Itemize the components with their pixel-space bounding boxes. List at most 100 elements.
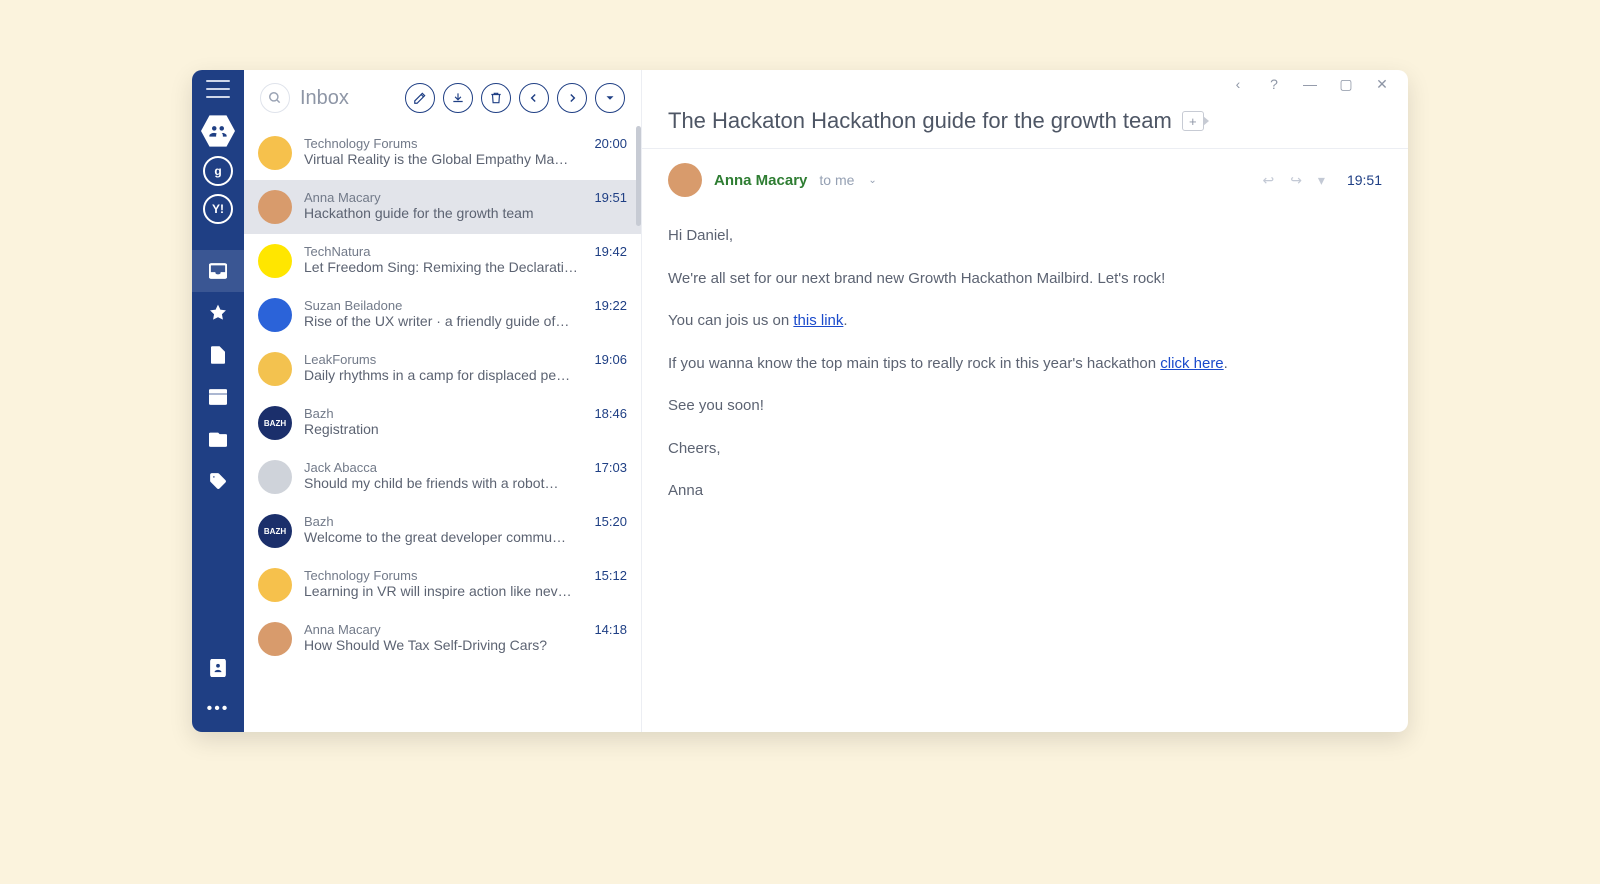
- nav-contacts[interactable]: [210, 659, 226, 682]
- message-subject: Learning in VR will inspire action like …: [304, 583, 582, 599]
- message-time: 14:18: [594, 622, 627, 656]
- message-subject: Rise of the UX writer · a friendly guide…: [304, 313, 582, 329]
- help-icon[interactable]: ?: [1266, 76, 1282, 92]
- message-sender: LeakForums: [304, 352, 582, 367]
- minimize-icon[interactable]: —: [1302, 76, 1318, 92]
- message-row[interactable]: Suzan BeiladoneRise of the UX writer · a…: [244, 288, 641, 342]
- message-time: 17:03: [594, 460, 627, 494]
- close-icon[interactable]: ✕: [1374, 76, 1390, 93]
- message-row[interactable]: Anna MacaryHackathon guide for the growt…: [244, 180, 641, 234]
- forward-button[interactable]: [557, 83, 587, 113]
- avatar: BAZH: [258, 514, 292, 548]
- body-greeting: Hi Daniel,: [668, 225, 1382, 248]
- message-subject: Daily rhythms in a camp for displaced pe…: [304, 367, 582, 383]
- more-actions-button[interactable]: [595, 83, 625, 113]
- message-subject: Welcome to the great developer commu…: [304, 529, 582, 545]
- body-p1: We're all set for our next brand new Gro…: [668, 268, 1382, 291]
- message-sender: Bazh: [304, 514, 582, 529]
- app-window: g Y! ••: [192, 70, 1408, 732]
- message-row[interactable]: Technology ForumsLearning in VR will ins…: [244, 558, 641, 612]
- header-reply-icon[interactable]: ↩: [1262, 172, 1274, 189]
- nav-drafts[interactable]: [192, 334, 244, 376]
- back-icon[interactable]: ‹: [1230, 76, 1246, 92]
- compose-button[interactable]: [405, 83, 435, 113]
- avatar: [258, 460, 292, 494]
- reading-pane: ‹ ? — ▢ ✕ The Hackaton Hackathon guide f…: [642, 70, 1408, 732]
- header-more-icon[interactable]: ▾: [1318, 172, 1325, 189]
- body-p4: See you soon!: [668, 395, 1382, 418]
- message-subject: How Should We Tax Self-Driving Cars?: [304, 637, 582, 653]
- add-tag-button[interactable]: +: [1182, 111, 1204, 131]
- message-subject: Virtual Reality is the Global Empathy Ma…: [304, 151, 582, 167]
- message-list[interactable]: Technology ForumsVirtual Reality is the …: [244, 126, 641, 666]
- message-time: 15:20: [594, 514, 627, 548]
- message-time: 19:42: [594, 244, 627, 278]
- window-controls: ‹ ? — ▢ ✕: [642, 70, 1408, 98]
- message-sender: TechNatura: [304, 244, 582, 259]
- message-sender: Anna Macary: [304, 622, 582, 637]
- body-p6: Anna: [668, 480, 1382, 503]
- account-google[interactable]: g: [203, 156, 233, 186]
- message-sender: Suzan Beiladone: [304, 298, 582, 313]
- nav-inbox[interactable]: [192, 250, 244, 292]
- message-subject: Should my child be friends with a robot…: [304, 475, 582, 491]
- details-dropdown-icon[interactable]: ⌄: [868, 175, 876, 186]
- message-list-panel: Inbox: [244, 70, 642, 732]
- nav-starred[interactable]: [192, 292, 244, 334]
- message-row[interactable]: LeakForumsDaily rhythms in a camp for di…: [244, 342, 641, 396]
- maximize-icon[interactable]: ▢: [1338, 76, 1354, 93]
- nav-archive[interactable]: [192, 418, 244, 460]
- more-icon[interactable]: •••: [207, 700, 230, 718]
- sender-name: Anna Macary: [714, 172, 807, 189]
- message-row[interactable]: BAZH BazhRegistration 18:46: [244, 396, 641, 450]
- avatar: [258, 352, 292, 386]
- nav-rail: g Y! ••: [192, 70, 244, 732]
- message-subject: Registration: [304, 421, 582, 437]
- archive-button[interactable]: [443, 83, 473, 113]
- search-button[interactable]: [260, 83, 290, 113]
- nav-sent[interactable]: [192, 376, 244, 418]
- message-time: 19:22: [594, 298, 627, 332]
- message-row[interactable]: TechNaturaLet Freedom Sing: Remixing the…: [244, 234, 641, 288]
- message-sender: Technology Forums: [304, 136, 582, 151]
- message-sender: Bazh: [304, 406, 582, 421]
- body-p2: You can jois us on this link.: [668, 310, 1382, 333]
- menu-icon[interactable]: [206, 80, 230, 98]
- account-unified[interactable]: [201, 114, 235, 148]
- avatar: [258, 298, 292, 332]
- message-time: 19:51: [594, 190, 627, 224]
- join-link[interactable]: this link: [793, 312, 843, 329]
- message-row[interactable]: Jack AbaccaShould my child be friends wi…: [244, 450, 641, 504]
- reply-button[interactable]: [519, 83, 549, 113]
- avatar: [258, 244, 292, 278]
- avatar: BAZH: [258, 406, 292, 440]
- list-header: Inbox: [244, 70, 641, 126]
- message-row[interactable]: Technology ForumsVirtual Reality is the …: [244, 126, 641, 180]
- body-p5: Cheers,: [668, 438, 1382, 461]
- tips-link[interactable]: click here: [1160, 355, 1223, 372]
- avatar: [258, 136, 292, 170]
- nav-tags[interactable]: [192, 460, 244, 502]
- message-time: 15:12: [594, 568, 627, 602]
- avatar: [258, 622, 292, 656]
- message-row[interactable]: BAZH BazhWelcome to the great developer c…: [244, 504, 641, 558]
- message-row[interactable]: Anna MacaryHow Should We Tax Self-Drivin…: [244, 612, 641, 666]
- message-subject: Let Freedom Sing: Remixing the Declarati…: [304, 259, 582, 275]
- recipient-info: to me: [819, 172, 854, 188]
- account-yahoo[interactable]: Y!: [203, 194, 233, 224]
- message-time: 20:00: [594, 136, 627, 170]
- sender-avatar: [668, 163, 702, 197]
- avatar: [258, 190, 292, 224]
- email-subject: The Hackaton Hackathon guide for the gro…: [668, 108, 1172, 134]
- header-forward-icon[interactable]: ↪: [1290, 172, 1302, 189]
- message-sender: Jack Abacca: [304, 460, 582, 475]
- email-time: 19:51: [1347, 172, 1382, 188]
- delete-button[interactable]: [481, 83, 511, 113]
- body-p3: If you wanna know the top main tips to r…: [668, 353, 1382, 376]
- message-time: 18:46: [594, 406, 627, 440]
- message-sender: Anna Macary: [304, 190, 582, 205]
- message-time: 19:06: [594, 352, 627, 386]
- avatar: [258, 568, 292, 602]
- email-body: Hi Daniel, We're all set for our next br…: [642, 197, 1408, 531]
- message-sender: Technology Forums: [304, 568, 582, 583]
